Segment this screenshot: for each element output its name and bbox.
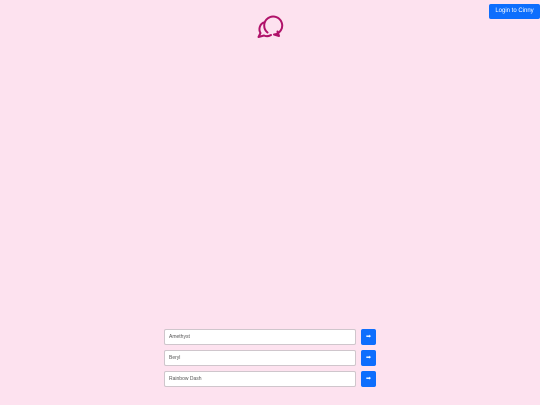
name-input[interactable] [164,329,356,345]
name-row: ➡ [164,350,376,366]
arrow-right-icon[interactable]: ➡ [361,329,376,345]
name-row: ➡ [164,329,376,345]
login-button[interactable]: Login to Cinny [489,4,540,19]
name-row: ➡ [164,371,376,387]
name-input[interactable] [164,350,356,366]
name-input[interactable] [164,371,356,387]
arrow-right-icon[interactable]: ➡ [361,371,376,387]
arrow-right-icon[interactable]: ➡ [361,350,376,366]
chat-bubbles-icon [257,15,284,38]
name-list: ➡ ➡ ➡ [164,329,376,392]
